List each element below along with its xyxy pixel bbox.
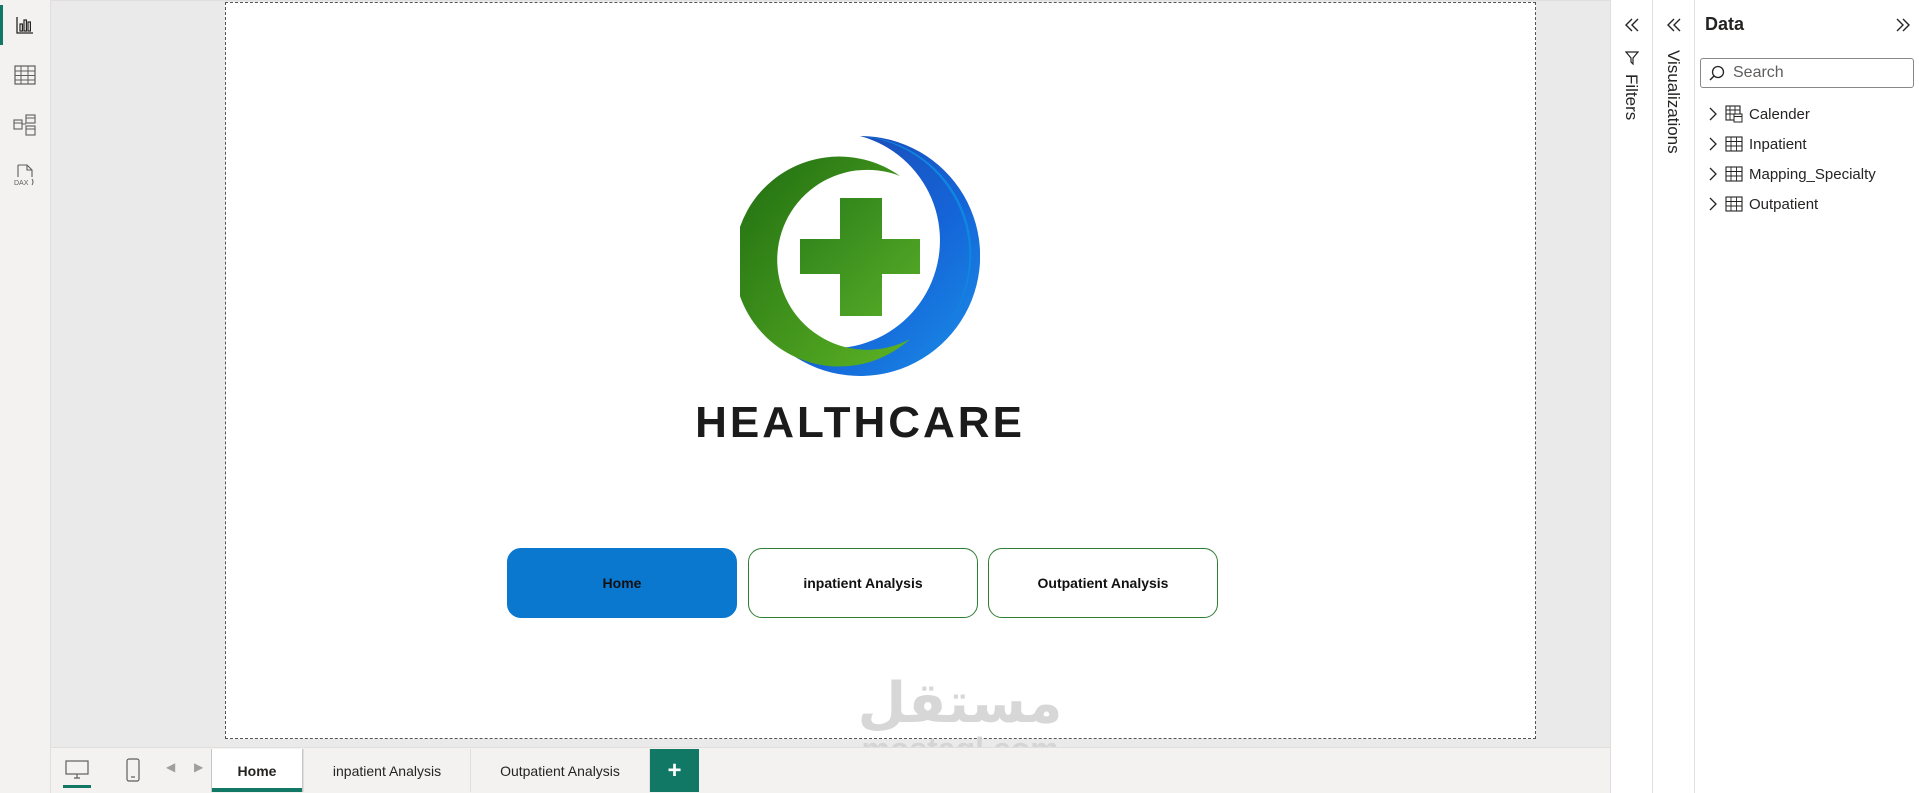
data-table-inpatient[interactable]: Inpatient	[1707, 133, 1807, 155]
page-tab-bar: ◀ ▶ Home inpatient Analysis Outpatient A…	[51, 747, 1650, 793]
table-icon	[1725, 136, 1743, 152]
page-tab-label: Outpatient Analysis	[500, 762, 620, 779]
search-icon	[1709, 65, 1725, 81]
page-tab-label: Home	[237, 762, 277, 779]
add-page-button[interactable]: +	[650, 749, 699, 792]
table-icon	[1725, 196, 1743, 212]
calendar-table-icon	[1725, 105, 1743, 123]
page-tab-label: inpatient Analysis	[332, 762, 442, 779]
chevron-right-icon[interactable]	[1707, 197, 1719, 211]
report-view-icon	[16, 17, 33, 34]
page-tab-outpatient[interactable]: Outpatient Analysis	[470, 749, 650, 792]
filters-pane-label: Filters	[1622, 74, 1641, 121]
data-search-input[interactable]: Search	[1700, 58, 1914, 88]
model-view-button[interactable]	[0, 100, 50, 150]
table-name: Calender	[1749, 105, 1810, 123]
desktop-layout-button[interactable]	[57, 752, 97, 788]
table-icon	[1725, 166, 1743, 182]
data-pane: Data Search Calender Inpatient Mapping_S…	[1694, 0, 1919, 793]
dax-label: DAX	[14, 180, 29, 187]
brand-title: HEALTHCARE	[695, 398, 1025, 447]
outpatient-nav-label: Outpatient Analysis	[1037, 575, 1169, 591]
filters-pane-collapsed[interactable]: Filters	[1610, 0, 1652, 793]
visualizations-pane-collapsed[interactable]: Visualizations	[1652, 0, 1694, 793]
dax-query-icon: DAX	[14, 164, 34, 187]
data-table-mapping-specialty[interactable]: Mapping_Specialty	[1707, 163, 1876, 185]
add-page-icon: +	[667, 756, 682, 784]
expand-visualizations-chevron-icon[interactable]	[1666, 17, 1682, 33]
next-page-icon[interactable]: ▶	[194, 760, 203, 774]
page-tab-inpatient[interactable]: inpatient Analysis	[303, 749, 470, 792]
filter-funnel-icon	[1625, 51, 1639, 65]
home-nav-button[interactable]: Home	[507, 548, 737, 618]
chevron-right-icon[interactable]	[1707, 137, 1719, 151]
model-view-icon	[13, 114, 36, 136]
table-view-button[interactable]	[0, 50, 50, 100]
table-name: Mapping_Specialty	[1749, 165, 1876, 183]
mobile-icon	[126, 758, 140, 782]
outpatient-nav-button[interactable]: Outpatient Analysis	[988, 548, 1218, 618]
expand-filters-chevron-icon[interactable]	[1624, 17, 1640, 33]
chevron-right-icon[interactable]	[1707, 167, 1719, 181]
table-name: Inpatient	[1749, 135, 1807, 153]
previous-page-icon[interactable]: ◀	[166, 760, 175, 774]
inpatient-nav-button[interactable]: inpatient Analysis	[748, 548, 978, 618]
data-pane-title: Data	[1705, 14, 1745, 34]
inpatient-nav-label: inpatient Analysis	[803, 575, 923, 591]
home-nav-label: Home	[602, 575, 642, 591]
page-tab-home[interactable]: Home	[211, 749, 303, 792]
collapse-data-pane-chevron-icon[interactable]	[1895, 17, 1911, 33]
chevron-right-icon[interactable]	[1707, 107, 1719, 121]
watermark-arabic: مستقل	[857, 671, 1063, 736]
table-view-icon	[14, 65, 36, 85]
search-placeholder: Search	[1733, 64, 1784, 81]
dax-query-view-button[interactable]: DAX	[0, 150, 50, 200]
report-view-button[interactable]	[0, 0, 50, 50]
data-table-calender[interactable]: Calender	[1707, 103, 1810, 125]
desktop-icon	[65, 760, 89, 779]
mobile-layout-button[interactable]	[113, 752, 153, 788]
view-switcher-rail: DAX	[0, 0, 51, 793]
table-name: Outpatient	[1749, 195, 1819, 213]
healthcare-logo	[740, 136, 980, 376]
visualizations-pane-label: Visualizations	[1664, 50, 1683, 154]
data-table-outpatient[interactable]: Outpatient	[1707, 193, 1818, 215]
